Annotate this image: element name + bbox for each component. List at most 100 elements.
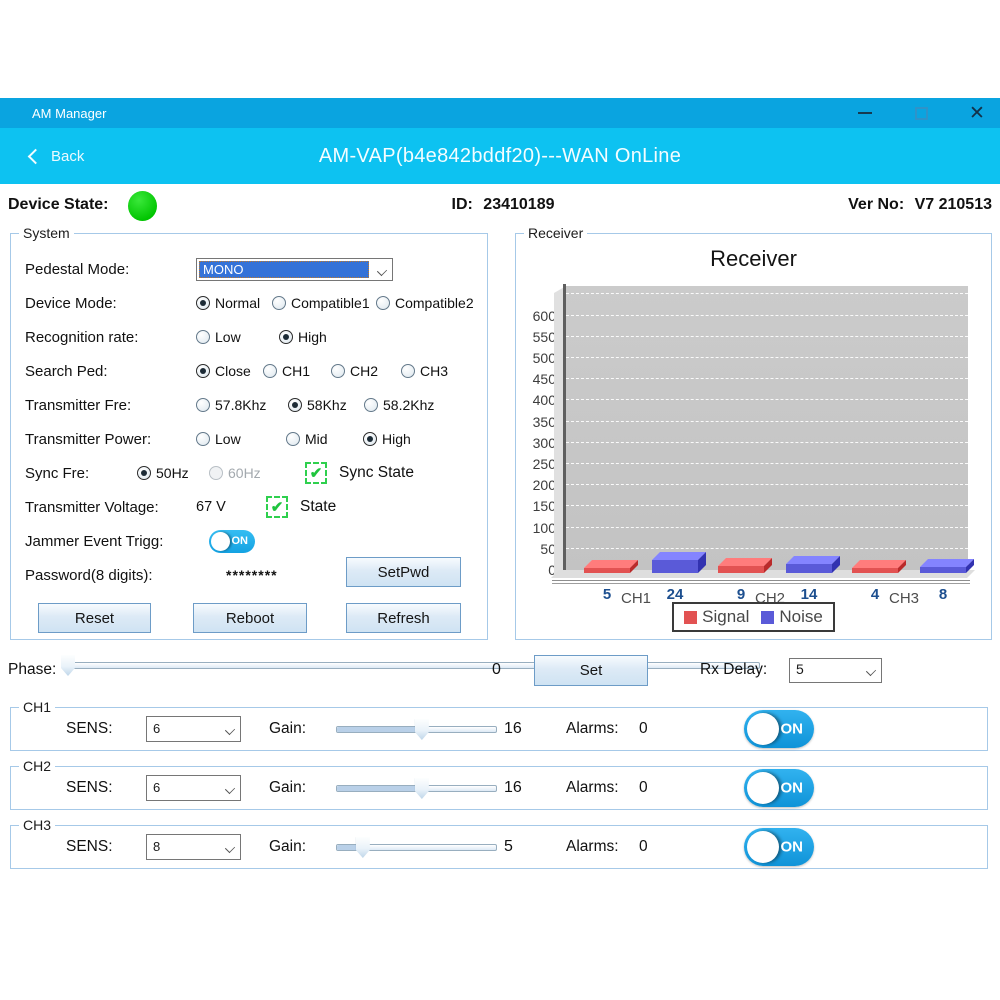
refresh-button-label: Refresh <box>377 610 430 627</box>
gain-label: Gain: <box>269 838 306 856</box>
reboot-button-label: Reboot <box>226 610 274 627</box>
receiver-groupbox-label: Receiver <box>524 225 587 241</box>
device-mode-row: Device Mode: Normal Compatible1 Compatib… <box>11 286 487 320</box>
radio-label: 58Khz <box>307 397 347 413</box>
radio-icon <box>331 364 345 378</box>
slider-thumb[interactable] <box>356 837 370 858</box>
ch2-groupbox: CH2 SENS: 6 Gain: 16 Alarms: 0 ON <box>10 766 988 810</box>
radio-compatible1[interactable]: Compatible1 <box>272 295 376 311</box>
ch3-toggle[interactable]: ON <box>744 828 814 866</box>
radio-icon <box>196 330 210 344</box>
system-groupbox: System Pedestal Mode: MONO Device Mode: … <box>10 233 488 640</box>
chart-bar <box>920 567 966 573</box>
setpwd-button-label: SetPwd <box>378 564 430 581</box>
radio-label: Normal <box>215 295 260 311</box>
ch3-sens-select[interactable]: 8 <box>146 834 241 860</box>
ch2-sens-select[interactable]: 6 <box>146 775 241 801</box>
setpwd-button[interactable]: SetPwd <box>346 557 461 587</box>
ch1-gain-slider[interactable] <box>336 716 497 742</box>
radio-ch2[interactable]: CH2 <box>331 363 401 379</box>
ch1-toggle[interactable]: ON <box>744 710 814 748</box>
set-button-label: Set <box>580 662 603 679</box>
sync-fre-label: Sync Fre: <box>25 465 137 482</box>
radio-ch3[interactable]: CH3 <box>401 363 448 379</box>
slider-thumb[interactable] <box>61 655 75 676</box>
toggle-on-label: ON <box>232 535 249 547</box>
jammer-toggle[interactable]: ON <box>209 530 255 553</box>
radio-label: Mid <box>305 431 328 447</box>
pedestal-mode-select[interactable]: MONO <box>196 258 393 281</box>
chart-legend: SignalNoise <box>672 602 835 632</box>
sync-state-checkbox[interactable]: ✔ <box>305 462 327 484</box>
window-controls: ✕ <box>852 98 990 128</box>
ch2-toggle[interactable]: ON <box>744 769 814 807</box>
ch1-row: SENS: 6 Gain: 16 Alarms: 0 ON <box>11 708 987 750</box>
ch3-gain-slider[interactable] <box>336 834 497 860</box>
radio-icon <box>209 466 223 480</box>
alarms-label: Alarms: <box>566 838 619 856</box>
gain-label: Gain: <box>269 720 306 738</box>
radio-58-2khz[interactable]: 58.2Khz <box>364 397 434 413</box>
radio-label: CH1 <box>282 363 310 379</box>
radio-icon <box>288 398 302 412</box>
slider-thumb[interactable] <box>415 719 429 740</box>
alarms-value: 0 <box>639 779 648 797</box>
slider-track <box>68 662 760 669</box>
transmitter-fre-label: Transmitter Fre: <box>25 397 196 414</box>
reboot-button[interactable]: Reboot <box>193 603 307 633</box>
transmitter-power-row: Transmitter Power: Low Mid High <box>11 422 487 456</box>
radio-icon <box>196 398 210 412</box>
maximize-button[interactable] <box>908 100 934 126</box>
maximize-icon <box>915 107 928 120</box>
password-value: ******** <box>226 567 278 583</box>
phase-row: Phase: 0 Set Rx Delay: 5 <box>0 652 1000 690</box>
toggle-knob <box>747 831 779 863</box>
radio-label: Low <box>215 431 241 447</box>
radio-compatible2[interactable]: Compatible2 <box>376 295 474 311</box>
radio-icon <box>196 296 210 310</box>
radio-close[interactable]: Close <box>196 363 263 379</box>
radio-50hz[interactable]: 50Hz <box>137 465 209 481</box>
ch1-sens-select[interactable]: 6 <box>146 716 241 742</box>
voltage-value: 67 V <box>196 499 240 515</box>
set-button[interactable]: Set <box>534 655 648 686</box>
chart-bar <box>652 560 698 573</box>
radio-57-8khz[interactable]: 57.8Khz <box>196 397 288 413</box>
close-icon: ✕ <box>969 104 985 123</box>
nav-bar: Back AM-VAP(b4e842bddf20)---WAN OnLine <box>0 128 1000 184</box>
radio-normal[interactable]: Normal <box>196 295 272 311</box>
radio-label: High <box>382 431 411 447</box>
refresh-button[interactable]: Refresh <box>346 603 461 633</box>
recognition-rate-row: Recognition rate: Low High <box>11 320 487 354</box>
phase-label: Phase: <box>8 661 56 679</box>
status-row: Device State: ID: 23410189 Ver No: V7 21… <box>0 190 1000 224</box>
phase-slider[interactable] <box>68 652 760 678</box>
system-rows: Pedestal Mode: MONO Device Mode: Normal … <box>11 234 487 639</box>
radio-low[interactable]: Low <box>196 329 279 345</box>
radio-power-high[interactable]: High <box>363 431 411 447</box>
radio-high[interactable]: High <box>279 329 327 345</box>
ch2-row: SENS: 6 Gain: 16 Alarms: 0 ON <box>11 767 987 809</box>
toggle-on-label: ON <box>781 839 804 856</box>
radio-ch1[interactable]: CH1 <box>263 363 331 379</box>
app-title: AM Manager <box>32 106 106 121</box>
radio-power-mid[interactable]: Mid <box>286 431 363 447</box>
transmitter-fre-row: Transmitter Fre: 57.8Khz 58Khz 58.2Khz <box>11 388 487 422</box>
rx-delay-select[interactable]: 5 <box>789 658 882 683</box>
chart-plot <box>566 286 968 570</box>
radio-58khz[interactable]: 58Khz <box>288 397 364 413</box>
chevron-down-icon <box>377 265 387 275</box>
state-label: State <box>300 498 336 516</box>
minimize-button[interactable] <box>852 100 878 126</box>
alarms-value: 0 <box>639 720 648 738</box>
check-icon: ✔ <box>271 498 284 516</box>
state-checkbox[interactable]: ✔ <box>266 496 288 518</box>
radio-power-low[interactable]: Low <box>196 431 286 447</box>
slider-thumb[interactable] <box>415 778 429 799</box>
close-button[interactable]: ✕ <box>964 100 990 126</box>
reset-button[interactable]: Reset <box>38 603 151 633</box>
transmitter-voltage-row: Transmitter Voltage: 67 V ✔ State <box>11 490 487 524</box>
radio-60hz: 60Hz <box>209 465 279 481</box>
radio-icon <box>196 364 210 378</box>
ch2-gain-slider[interactable] <box>336 775 497 801</box>
